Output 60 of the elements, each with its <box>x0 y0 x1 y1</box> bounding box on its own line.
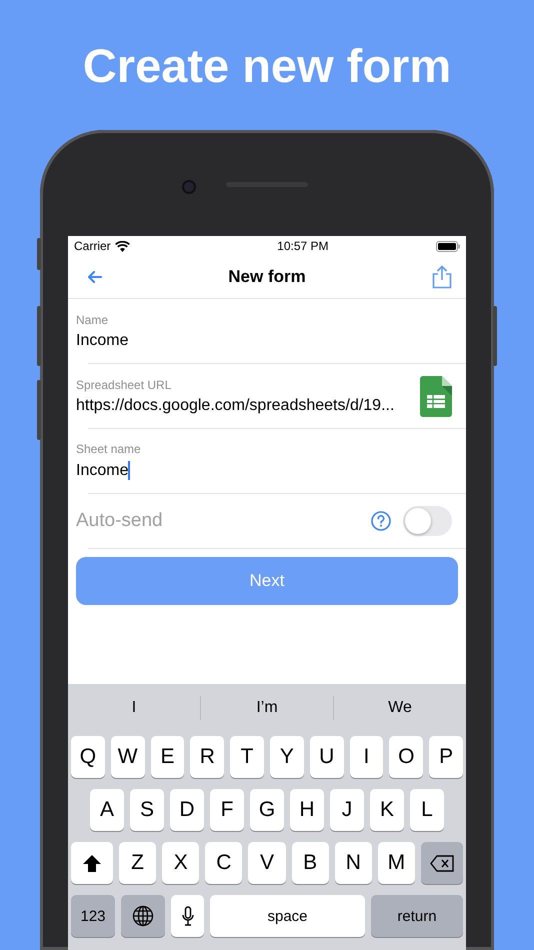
help-icon[interactable] <box>371 511 391 531</box>
battery-icon <box>436 240 460 252</box>
field-label: Sheet name <box>76 442 142 456</box>
keyboard-key[interactable]: N <box>334 842 372 884</box>
keyboard-key[interactable]: H <box>290 789 324 831</box>
word-suggestion[interactable]: We <box>334 696 466 720</box>
text-cursor <box>128 461 130 480</box>
keyboard-key[interactable]: Z <box>119 842 156 884</box>
text-field[interactable]: Income <box>76 332 452 350</box>
keyboard-key[interactable]: K <box>370 789 404 831</box>
globe-key[interactable] <box>121 895 165 937</box>
keyboard-key[interactable]: M <box>378 842 415 884</box>
keyboard-key[interactable]: E <box>150 736 184 778</box>
keyboard-key[interactable]: S <box>130 789 164 831</box>
text-field[interactable]: Income <box>76 461 452 480</box>
word-suggestion[interactable]: I’m <box>201 696 334 720</box>
keyboard-key[interactable]: W <box>110 736 145 778</box>
keyboard-key[interactable]: F <box>210 789 244 831</box>
spreadsheet-icon[interactable] <box>420 376 452 416</box>
keyboard-key[interactable]: Y <box>270 736 304 778</box>
status-time: 10:57 PM <box>277 239 329 253</box>
keyboard-key[interactable]: D <box>170 789 204 831</box>
keyboard-key[interactable]: Q <box>71 736 105 778</box>
shift-arrow-icon <box>83 854 101 872</box>
text-field[interactable]: https://docs.google.com/spreadsheets/d/19... <box>76 396 420 414</box>
backspace-icon <box>430 854 454 872</box>
keyboard-key[interactable]: R <box>190 736 224 778</box>
keyboard-key[interactable]: V <box>248 842 286 884</box>
word-suggestion[interactable]: I <box>68 696 201 720</box>
microphone-key[interactable] <box>171 895 204 937</box>
keyboard-key[interactable]: C <box>205 842 242 884</box>
auto-send-switch[interactable] <box>403 506 452 536</box>
keyboard-key[interactable]: T <box>230 736 264 778</box>
numbers-key[interactable]: 123 <box>71 895 115 937</box>
keyboard-key[interactable]: B <box>292 842 329 884</box>
headline: Create new form <box>82 38 452 94</box>
keyboard-key[interactable]: X <box>162 842 200 884</box>
delete-key[interactable] <box>420 842 463 884</box>
field-label: Name <box>76 312 110 326</box>
carrier-label: Carrier <box>74 239 111 253</box>
camera-lens <box>182 180 196 194</box>
keyboard-key[interactable]: G <box>250 789 284 831</box>
keyboard-key[interactable]: L <box>410 789 444 831</box>
keyboard-key[interactable]: U <box>310 736 344 778</box>
globe-icon <box>132 905 154 927</box>
keyboard-key[interactable]: I <box>350 736 384 778</box>
keyboard-key[interactable]: P <box>429 736 463 778</box>
keyboard-key[interactable]: A <box>90 789 124 831</box>
wifi-icon <box>114 240 130 252</box>
auto-send-label: Auto-send <box>76 510 164 532</box>
shift-key[interactable] <box>71 842 113 884</box>
keyboard-key[interactable]: J <box>330 789 364 831</box>
screen-title: New form <box>228 267 306 287</box>
return-key[interactable]: return <box>371 895 463 937</box>
back-arrow-icon[interactable] <box>88 271 102 283</box>
share-icon[interactable] <box>432 265 452 289</box>
microphone-icon <box>182 906 194 926</box>
field-label: Spreadsheet URL <box>76 378 172 392</box>
space-key[interactable]: space <box>210 895 365 937</box>
keyboard-key[interactable]: O <box>389 736 424 778</box>
